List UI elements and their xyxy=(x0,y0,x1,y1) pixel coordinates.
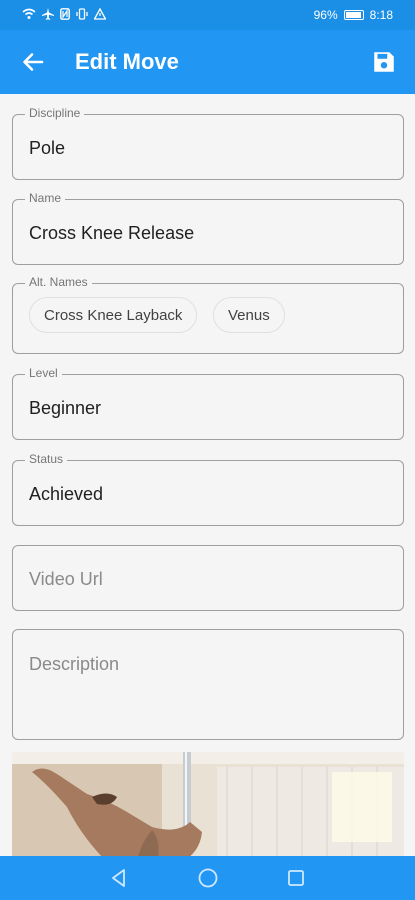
alt-name-chip[interactable]: Cross Knee Layback xyxy=(29,297,198,333)
page-title: Edit Move xyxy=(75,49,179,74)
status-icons xyxy=(22,8,106,20)
vibrate-icon xyxy=(76,8,88,20)
status-label: Status xyxy=(25,452,68,466)
discipline-value: Pole xyxy=(29,138,66,158)
status-right: 96% 8:18 xyxy=(314,8,393,22)
name-value: Cross Knee Release xyxy=(29,223,195,243)
status-bar: 96% 8:18 xyxy=(0,0,415,30)
recents-square-icon xyxy=(288,870,304,886)
home-circle-icon xyxy=(198,868,218,888)
arrow-left-icon xyxy=(23,53,44,71)
back-button[interactable] xyxy=(18,47,48,77)
nav-recents-button[interactable] xyxy=(285,867,307,889)
save-icon xyxy=(374,52,394,72)
move-photo[interactable] xyxy=(12,752,404,856)
video-url-placeholder: Video Url xyxy=(29,569,103,589)
status-value: Achieved xyxy=(29,484,104,504)
description-placeholder: Description xyxy=(29,654,120,674)
level-label: Level xyxy=(25,366,62,380)
name-field[interactable]: Name Cross Knee Release xyxy=(12,191,404,265)
video-url-field[interactable]: Video Url xyxy=(12,545,404,611)
clock: 8:18 xyxy=(369,8,393,22)
description-field[interactable]: Description xyxy=(12,629,404,740)
nav-back-button[interactable] xyxy=(108,867,130,889)
alt-name-chip[interactable]: Venus xyxy=(213,297,285,333)
wifi-icon xyxy=(22,8,36,19)
warning-icon xyxy=(94,8,106,20)
discipline-field[interactable]: Discipline Pole xyxy=(12,106,404,180)
level-value: Beginner xyxy=(29,398,102,418)
battery-icon xyxy=(343,10,364,20)
nfc-icon xyxy=(60,8,70,20)
battery-percent: 96% xyxy=(313,8,338,22)
system-nav-bar xyxy=(0,856,415,900)
name-label: Name xyxy=(25,191,66,205)
back-triangle-icon xyxy=(112,869,125,887)
form-content: Discipline Pole Name Cross Knee Release … xyxy=(0,94,415,856)
alt-names-field[interactable]: Alt. Names Cross Knee Layback Venus xyxy=(12,275,404,354)
move-photo-image xyxy=(12,752,404,856)
level-field[interactable]: Level Beginner xyxy=(12,366,404,440)
airplane-icon xyxy=(42,8,54,20)
save-button[interactable] xyxy=(371,49,397,75)
status-field[interactable]: Status Achieved xyxy=(12,452,404,526)
alt-names-label: Alt. Names xyxy=(25,275,92,289)
app-bar: Edit Move xyxy=(0,30,415,94)
nav-home-button[interactable] xyxy=(197,867,219,889)
discipline-label: Discipline xyxy=(25,106,85,120)
